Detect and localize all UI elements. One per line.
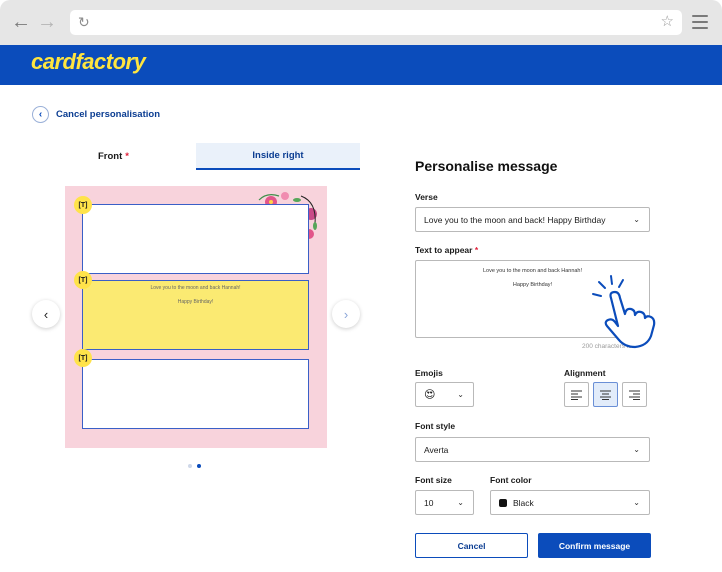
chevron-down-icon: ⌄	[633, 498, 640, 507]
cardfactory-logo[interactable]: cardfactory	[31, 49, 146, 75]
color-swatch	[499, 498, 507, 507]
reload-icon[interactable]: ↻	[78, 14, 90, 30]
align-center-button[interactable]	[593, 382, 618, 407]
text-box-bottom[interactable]	[82, 359, 309, 429]
font-size-value: 10	[424, 497, 434, 508]
tab-front-label: Front	[98, 151, 123, 162]
emojis-label: Emojis	[415, 368, 443, 378]
emoji-heart-eyes-icon: 😍	[424, 389, 436, 401]
chevron-down-icon: ⌄	[633, 445, 640, 454]
bookmark-star-icon[interactable]: ☆	[661, 13, 674, 31]
card-preview: Love you to the moon and back Hannah! Ha…	[65, 186, 327, 448]
font-color-value: Black	[513, 497, 534, 508]
verse-label: Verse	[415, 192, 438, 202]
verse-value: Love you to the moon and back! Happy Bir…	[424, 214, 606, 225]
chevron-left-icon: ‹	[32, 105, 49, 123]
cancel-personalisation-label: Cancel personalisation	[56, 108, 161, 120]
address-bar[interactable]: ↻ ☆	[70, 10, 682, 35]
font-size-label: Font size	[415, 475, 452, 485]
page-indicator	[188, 464, 201, 468]
page-dot-active[interactable]	[197, 464, 201, 468]
tab-inside-right[interactable]: Inside right	[196, 143, 360, 170]
text-box-top[interactable]	[82, 204, 309, 274]
font-style-select[interactable]: Averta ⌄	[415, 437, 650, 462]
tab-inside-right-label: Inside right	[252, 150, 304, 161]
hamburger-menu-icon[interactable]	[692, 15, 708, 29]
back-arrow-icon[interactable]: ←	[11, 12, 31, 32]
next-page-button[interactable]: ›	[332, 300, 360, 328]
font-color-select[interactable]: Black ⌄	[490, 490, 650, 515]
panel-title: Personalise message	[415, 158, 558, 174]
text-tool-icon[interactable]: [T]	[74, 271, 92, 289]
chevron-down-icon: ⌄	[457, 498, 464, 507]
text-to-appear-label: Text to appear *	[415, 245, 479, 255]
chevron-left-icon: ‹	[43, 306, 49, 322]
page-dot[interactable]	[188, 464, 192, 468]
site-header: cardfactory	[0, 45, 722, 85]
align-center-icon	[600, 390, 611, 400]
browser-chrome: ← → ↻ ☆	[0, 0, 722, 45]
required-asterisk: *	[125, 151, 129, 162]
chevron-down-icon: ⌄	[457, 390, 464, 399]
alignment-label: Alignment	[564, 368, 606, 378]
text-tool-icon[interactable]: [T]	[74, 349, 92, 367]
alignment-buttons	[564, 382, 647, 407]
align-right-button[interactable]	[622, 382, 647, 407]
text-tool-icon[interactable]: [T]	[74, 196, 92, 214]
confirm-message-button[interactable]: Confirm message	[538, 533, 651, 558]
tap-hand-icon	[592, 275, 656, 349]
align-left-button[interactable]	[564, 382, 589, 407]
chevron-right-icon: ›	[343, 306, 349, 322]
font-color-label: Font color	[490, 475, 532, 485]
text-box-middle-selected[interactable]: Love you to the moon and back Hannah! Ha…	[82, 280, 309, 350]
forward-arrow-icon[interactable]: →	[37, 12, 57, 32]
font-style-value: Averta	[424, 444, 449, 455]
align-right-icon	[629, 390, 640, 400]
font-style-label: Font style	[415, 421, 456, 431]
cancel-button[interactable]: Cancel	[415, 533, 528, 558]
chevron-down-icon: ⌄	[633, 215, 640, 224]
emoji-select[interactable]: 😍 ⌄	[415, 382, 474, 407]
font-size-select[interactable]: 10 ⌄	[415, 490, 474, 515]
align-left-icon	[571, 390, 582, 400]
tab-front[interactable]: Front *	[32, 143, 195, 170]
verse-select[interactable]: Love you to the moon and back! Happy Bir…	[415, 207, 650, 232]
card-message-line-2: Happy Birthday!	[177, 299, 214, 305]
cancel-personalisation-link[interactable]: ‹ Cancel personalisation	[32, 105, 160, 123]
previous-page-button[interactable]: ‹	[32, 300, 60, 328]
card-message-line-1: Love you to the moon and back Hannah!	[150, 285, 241, 291]
